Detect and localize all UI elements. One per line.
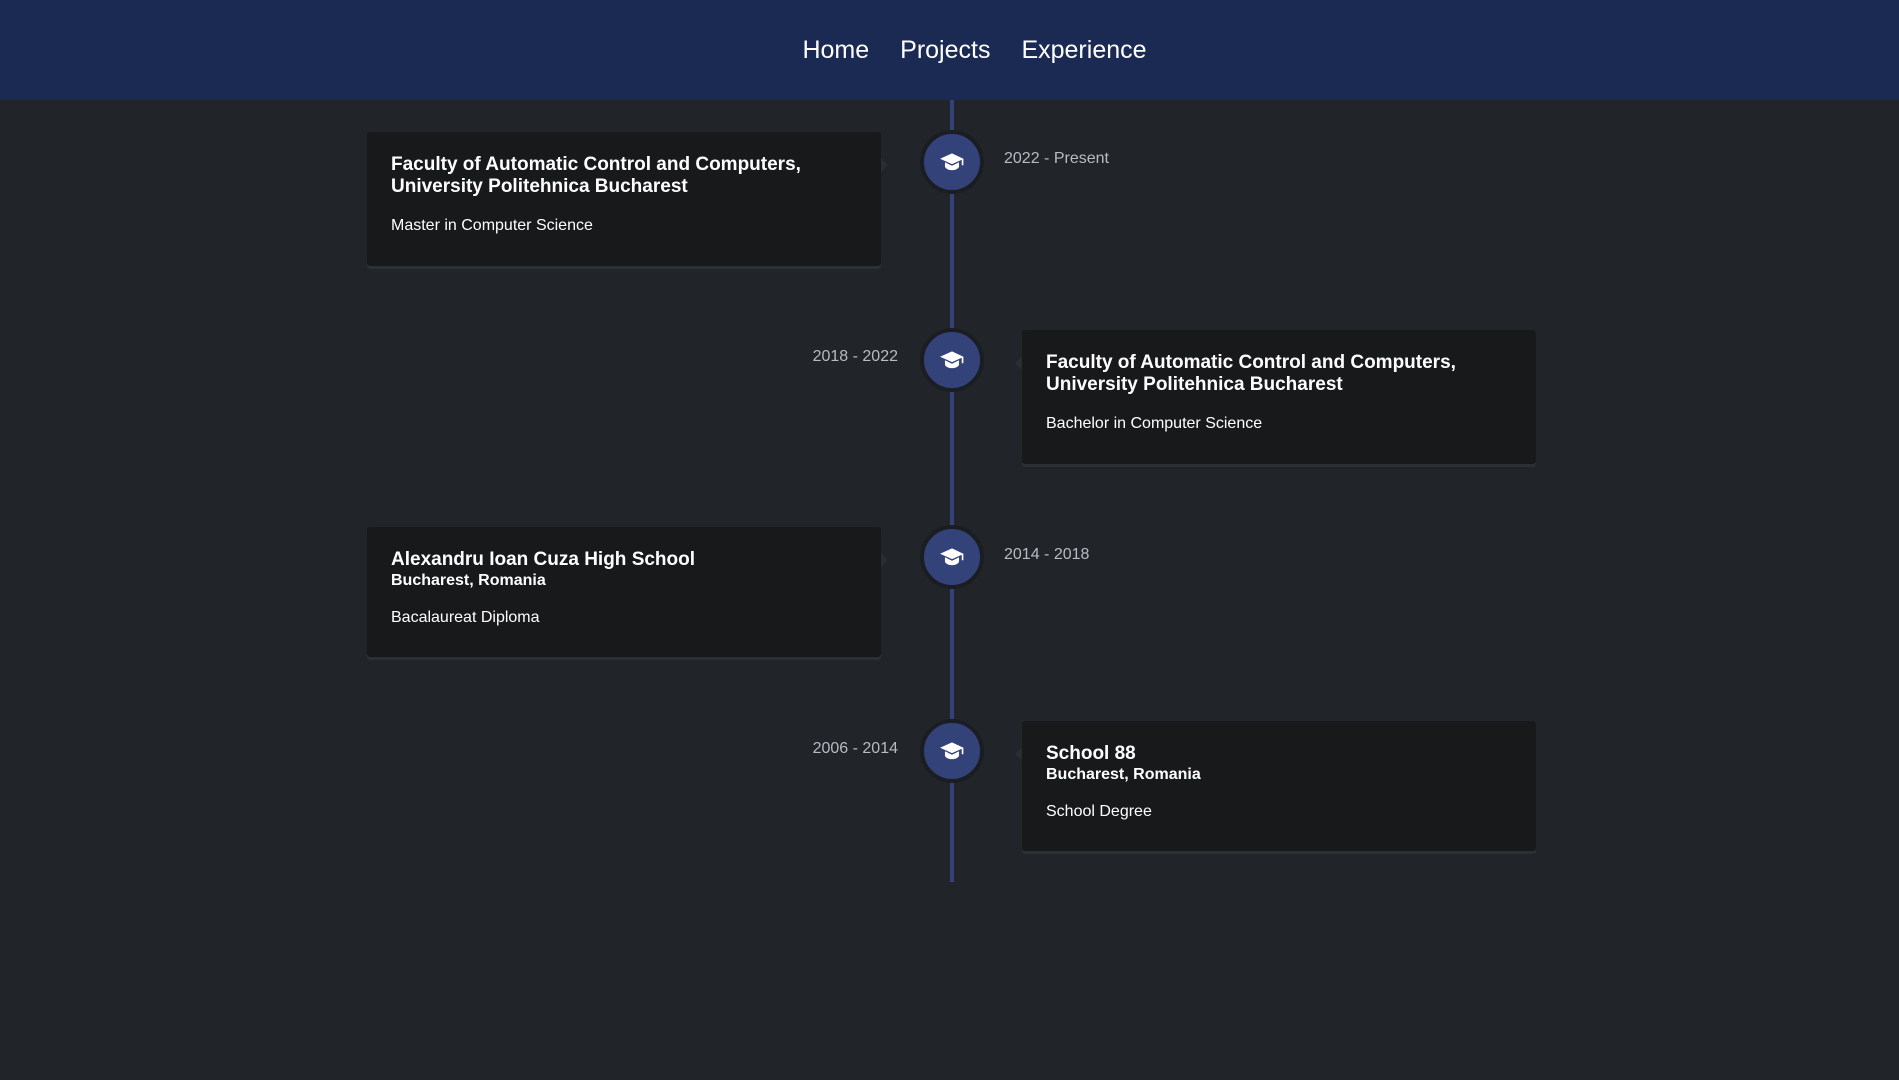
card-text: School Degree [1046,803,1152,820]
timeline-icon-highschool [920,525,984,589]
timeline-card-school: School 88 Bucharest, Romania School Degr… [1015,721,1536,851]
card-text: Bachelor in Computer Science [1046,415,1263,432]
navbar: Home Projects Experience [0,0,1899,100]
card-subtitle: Bucharest, Romania [391,572,546,589]
nav-experience-link[interactable]: Experience [1021,36,1146,65]
card-title: Alexandru Ioan Cuza High School [391,549,696,570]
timeline-date: 2006 - 2014 [812,740,898,757]
graduation-cap-icon [940,351,964,369]
card-title: Faculty of Automatic Control and Compute… [391,154,801,197]
timeline-icon-masters [920,130,984,194]
timeline-date: 2014 - 2018 [1004,546,1090,563]
card-text: Bacalaureat Diploma [391,609,540,626]
timeline-icon-bachelor [920,328,984,392]
graduation-cap-icon [940,742,964,760]
card-text: Master in Computer Science [391,217,593,234]
nav-projects-link[interactable]: Projects [900,36,990,65]
timeline-card-masters: Faculty of Automatic Control and Compute… [367,132,888,266]
timeline-icon-school [920,719,984,783]
timeline-date: 2018 - 2022 [812,348,898,365]
timeline-date: 2022 - Present [1004,150,1109,167]
card-subtitle: Bucharest, Romania [1046,766,1201,783]
card-title: Faculty of Automatic Control and Compute… [1046,352,1456,395]
timeline-card-bachelor: Faculty of Automatic Control and Compute… [1015,330,1536,464]
nav-links: Home Projects Experience [802,36,1146,65]
graduation-cap-icon [940,548,964,566]
graduation-cap-icon [940,153,964,171]
nav-home-link[interactable]: Home [802,36,869,65]
timeline-card-highschool: Alexandru Ioan Cuza High School Buchares… [367,527,888,657]
card-title: School 88 [1046,743,1136,764]
